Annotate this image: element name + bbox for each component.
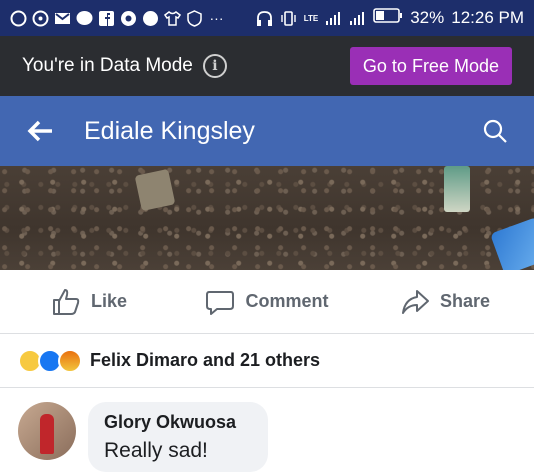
headphones-icon	[256, 10, 273, 27]
info-icon[interactable]: i	[202, 54, 227, 78]
vibrate-icon	[280, 10, 297, 27]
signal-icon	[349, 10, 366, 27]
photo-detail	[489, 216, 534, 270]
post-actions: Like Comment Share	[0, 270, 534, 334]
reactions-summary[interactable]: Felix Dimaro and 21 others	[0, 334, 534, 388]
shirt-icon	[164, 10, 181, 27]
reaction-summary-text: Felix Dimaro and 21 others	[90, 350, 321, 370]
comment-author[interactable]: Glory Okwuosa	[104, 412, 252, 433]
share-label: Share	[439, 291, 491, 311]
avatar-figure	[40, 414, 54, 454]
data-mode-bar: You're in Data Mode i Go to Free Mode	[0, 36, 534, 96]
system-status: LTE 32% 12:26 PM	[256, 8, 524, 28]
signal-icon	[325, 10, 342, 27]
gmail-icon	[54, 10, 71, 27]
comment-icon	[206, 290, 235, 315]
whatsapp-icon	[10, 10, 27, 27]
avatar[interactable]	[18, 402, 76, 460]
photo-detail	[444, 166, 470, 212]
battery-percent: 32%	[410, 8, 445, 27]
comment-text: Really sad!	[104, 439, 208, 462]
network-type: LTE	[303, 13, 319, 23]
free-mode-button[interactable]: Go to Free Mode	[349, 47, 512, 85]
shield-icon	[186, 9, 203, 27]
share-icon	[401, 289, 429, 314]
angry-icon	[58, 348, 82, 373]
photo-detail	[134, 168, 176, 212]
thumbs-up-icon	[52, 288, 80, 315]
facebook-icon	[142, 10, 159, 27]
post-photo[interactable]	[0, 166, 534, 270]
reaction-icons	[18, 348, 82, 373]
like-label: Like	[90, 291, 128, 311]
comment-label: Comment	[245, 291, 329, 311]
like-button[interactable]: Like	[0, 287, 178, 317]
comment-item: Glory Okwuosa Really sad!	[0, 388, 534, 472]
data-mode-message: You're in Data Mode	[22, 55, 193, 76]
facebook-icon	[98, 10, 115, 27]
comment-button[interactable]: Comment	[178, 287, 356, 317]
search-icon[interactable]	[482, 118, 508, 144]
share-button[interactable]: Share	[356, 287, 534, 317]
notification-icons: ···	[10, 9, 225, 27]
more-dots-icon: ···	[209, 10, 224, 26]
back-arrow-icon[interactable]	[26, 117, 54, 145]
clock: 12:26 PM	[451, 8, 524, 27]
status-bar: ··· LTE 32% 12:26 PM	[0, 0, 534, 36]
whatsapp-icon	[32, 10, 49, 27]
messenger-icon	[76, 10, 93, 27]
app-icon	[120, 10, 137, 27]
app-header: Ediale Kingsley	[0, 96, 534, 166]
page-title: Ediale Kingsley	[84, 116, 255, 145]
battery-icon	[373, 8, 403, 28]
